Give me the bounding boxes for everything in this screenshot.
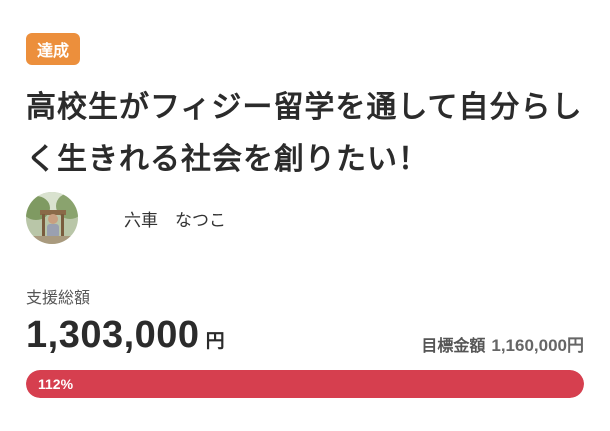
owner-name[interactable]: 六車 なつこ [124, 206, 226, 231]
support-total: 1,303,000 円 [26, 314, 225, 357]
status-badge: 達成 [26, 33, 80, 65]
support-total-unit: 円 [205, 330, 225, 352]
goal-amount-value: 1,160,000円 [491, 336, 584, 355]
project-owner[interactable]: 六車 なつこ [26, 192, 226, 244]
goal-amount: 目標金額 1,160,000円 [421, 331, 584, 356]
progress-bar: 112% [26, 370, 584, 398]
avatar-photo-icon [26, 192, 78, 244]
owner-avatar[interactable] [26, 192, 78, 244]
progress-fill: 112% [26, 370, 584, 398]
goal-amount-label: 目標金額 [421, 336, 486, 355]
support-total-value: 1,303,000 [26, 314, 200, 356]
project-title: 高校生がフィジー留学を通して自分らしく生きれる社会を創りたい！ [26, 90, 583, 177]
progress-percent: 112% [38, 376, 74, 392]
support-total-label: 支援総額 [26, 288, 91, 307]
